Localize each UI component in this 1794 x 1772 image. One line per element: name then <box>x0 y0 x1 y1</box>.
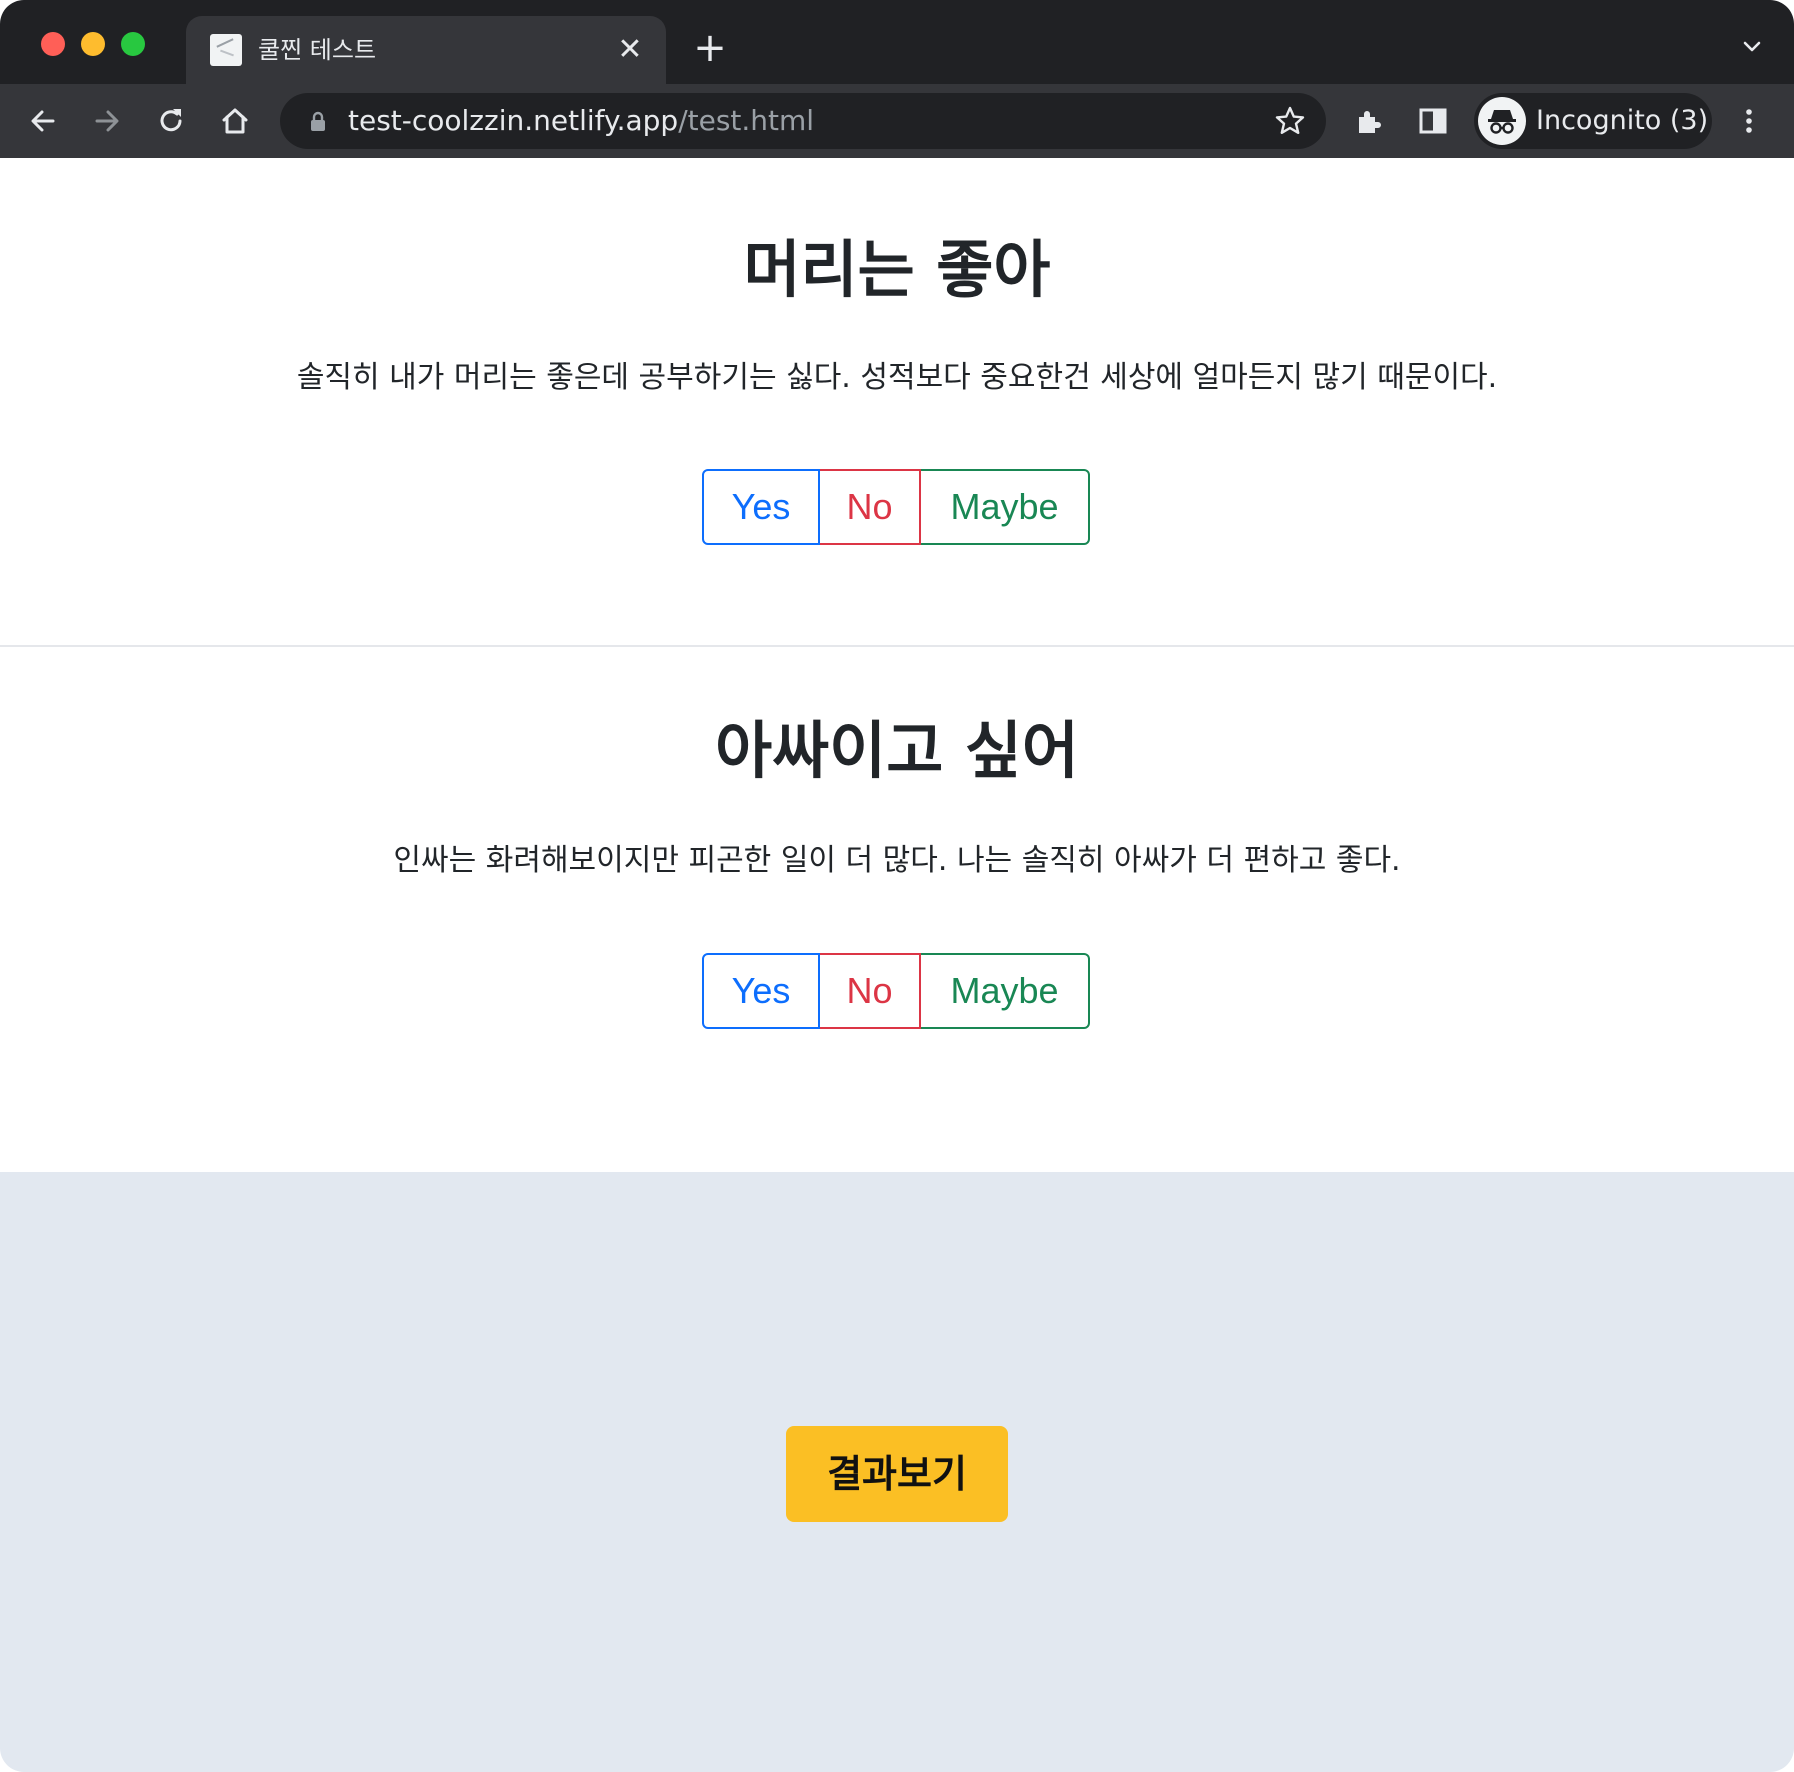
profile-label: Incognito (3) <box>1536 105 1709 136</box>
back-icon[interactable] <box>20 98 66 144</box>
favicon-icon <box>210 34 242 66</box>
no-button[interactable]: No <box>820 953 921 1029</box>
question-description: 솔직히 내가 머리는 좋은데 공부하기는 싫다. 성적보다 중요한건 세상에 얼… <box>296 360 1498 395</box>
close-window-button[interactable] <box>41 32 65 56</box>
star-icon[interactable] <box>1274 105 1306 137</box>
url-host: test-coolzzin.netlify.app <box>348 104 679 137</box>
view-result-button[interactable]: 결과보기 <box>786 1426 1008 1522</box>
question-card: 머리는 좋아 솔직히 내가 머리는 좋은데 공부하기는 싫다. 성적보다 중요한… <box>0 158 1794 647</box>
forward-icon[interactable] <box>84 98 130 144</box>
home-icon[interactable] <box>212 98 258 144</box>
menu-icon[interactable] <box>1726 98 1772 144</box>
question-card: 아싸이고 싶어 인싸는 화려해보이지만 피곤한 일이 더 많다. 나는 솔직히 … <box>0 647 1794 1172</box>
tab-title: 쿨찐 테스트 <box>258 36 377 64</box>
zoom-window-button[interactable] <box>121 32 145 56</box>
question-title: 아싸이고 싶어 <box>715 714 1079 787</box>
extensions-icon[interactable] <box>1346 98 1392 144</box>
new-tab-button[interactable]: + <box>690 28 730 68</box>
page-content: 머리는 좋아 솔직히 내가 머리는 좋은데 공부하기는 싫다. 성적보다 중요한… <box>0 158 1794 1772</box>
url-text[interactable]: test-coolzzin.netlify.app/test.html <box>348 103 814 139</box>
minimize-window-button[interactable] <box>81 32 105 56</box>
maybe-button[interactable]: Maybe <box>921 469 1090 545</box>
incognito-icon <box>1478 97 1526 145</box>
maybe-button[interactable]: Maybe <box>921 953 1090 1029</box>
tab-strip: 쿨찐 테스트 ✕ + <box>0 0 1794 84</box>
active-tab[interactable]: 쿨찐 테스트 ✕ <box>186 16 666 84</box>
no-button[interactable]: No <box>820 469 921 545</box>
browser-window: 쿨찐 테스트 ✕ + test-coolzzin.netlify.app/tes… <box>0 0 1794 1772</box>
reload-icon[interactable] <box>148 98 194 144</box>
question-description: 인싸는 화려해보이지만 피곤한 일이 더 많다. 나는 솔직히 아싸가 더 편하… <box>393 843 1401 878</box>
tab-close-icon[interactable]: ✕ <box>614 34 646 66</box>
address-bar[interactable]: test-coolzzin.netlify.app/test.html <box>280 93 1326 149</box>
question-title: 머리는 좋아 <box>743 233 1051 306</box>
lock-icon[interactable] <box>306 109 330 133</box>
url-path: /test.html <box>678 104 815 137</box>
tab-search-icon[interactable] <box>1740 34 1764 58</box>
incognito-profile-button[interactable]: Incognito (3) <box>1474 93 1712 149</box>
yes-button[interactable]: Yes <box>702 953 820 1029</box>
answer-button-group: Yes No Maybe <box>702 469 1090 545</box>
result-section: 결과보기 <box>0 1172 1794 1772</box>
answer-button-group: Yes No Maybe <box>702 953 1090 1029</box>
sidepanel-icon[interactable] <box>1410 98 1456 144</box>
yes-button[interactable]: Yes <box>702 469 820 545</box>
browser-toolbar: test-coolzzin.netlify.app/test.html Inco… <box>0 84 1794 159</box>
